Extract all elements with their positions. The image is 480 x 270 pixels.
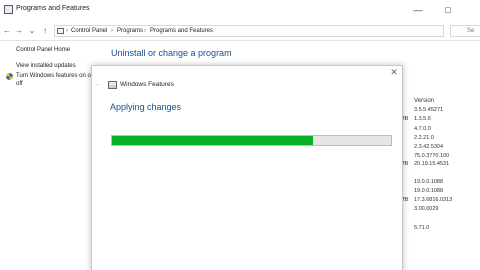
- forward-button[interactable]: →: [14, 25, 24, 37]
- search-input[interactable]: Se: [450, 25, 480, 37]
- breadcrumb-separator: ›: [66, 28, 68, 34]
- dialog-title: Windows Features: [120, 81, 174, 88]
- minimize-button[interactable]: —: [412, 4, 424, 16]
- window-title: Programs and Features: [16, 5, 90, 12]
- up-button[interactable]: ↑: [40, 25, 50, 37]
- address-bar[interactable]: › Control Panel › Programs › Programs an…: [54, 25, 444, 37]
- recent-locations-dropdown[interactable]: ⌄: [27, 25, 37, 37]
- windows-features-icon: [108, 81, 117, 89]
- sidebar-item-control-panel-home[interactable]: Control Panel Home: [16, 47, 70, 53]
- version-cell: 19.0.0.1088: [414, 188, 444, 194]
- breadcrumb-programs-and-features[interactable]: Programs and Features: [150, 28, 213, 34]
- maximize-button[interactable]: □: [442, 4, 454, 16]
- sidebar-item-view-installed-updates[interactable]: View installed updates: [16, 63, 76, 69]
- dialog-back-arrow: ←: [94, 81, 101, 88]
- breadcrumb-programs[interactable]: Programs: [117, 28, 143, 34]
- navigation-bar: ← → ⌄ ↑ › Control Panel › Programs › Pro…: [0, 22, 480, 41]
- back-button[interactable]: ←: [2, 25, 12, 37]
- sidebar-item-windows-features-cont[interactable]: off: [16, 81, 23, 87]
- version-cell: 19.0.0.1088: [414, 179, 444, 185]
- version-column-header[interactable]: Version: [414, 98, 434, 104]
- status-text: Applying changes: [110, 102, 182, 112]
- version-cell: 17.3.6816.0313: [414, 197, 453, 203]
- breadcrumb-control-panel[interactable]: Control Panel: [71, 28, 107, 34]
- page-title: Uninstall or change a program: [111, 48, 232, 58]
- breadcrumb-separator: ›: [111, 28, 113, 34]
- desktop-screen: Programs and Features — □ ← → ⌄ ↑ › Cont…: [0, 0, 480, 270]
- version-cell: 20.19.15.4531: [414, 161, 450, 167]
- breadcrumb-separator: ›: [144, 28, 146, 34]
- shield-icon: [6, 73, 13, 80]
- version-cell: 3.5.5.45271: [414, 107, 444, 113]
- control-panel-icon: [57, 28, 64, 34]
- sidebar-item-windows-features[interactable]: Turn Windows features on or: [16, 73, 93, 79]
- progress-fill: [112, 136, 313, 145]
- progress-bar: [111, 135, 392, 146]
- windows-features-dialog: ✕ ← Windows Features Applying changes: [91, 65, 403, 270]
- version-cell: 75.0.3770.100: [414, 153, 450, 159]
- version-cell: 2.3.42.5304: [414, 144, 444, 150]
- version-cell: 1.3.5.6: [414, 116, 431, 122]
- programs-app-icon: [4, 5, 13, 14]
- version-cell: 4.7.0.0: [414, 126, 431, 132]
- version-cell: 2.2.21.0: [414, 135, 434, 141]
- close-button[interactable]: ✕: [388, 66, 400, 78]
- version-cell: 3.00.0029: [414, 206, 439, 212]
- version-cell: 5.71.0: [414, 225, 430, 231]
- window-titlebar: Programs and Features — □: [0, 0, 480, 22]
